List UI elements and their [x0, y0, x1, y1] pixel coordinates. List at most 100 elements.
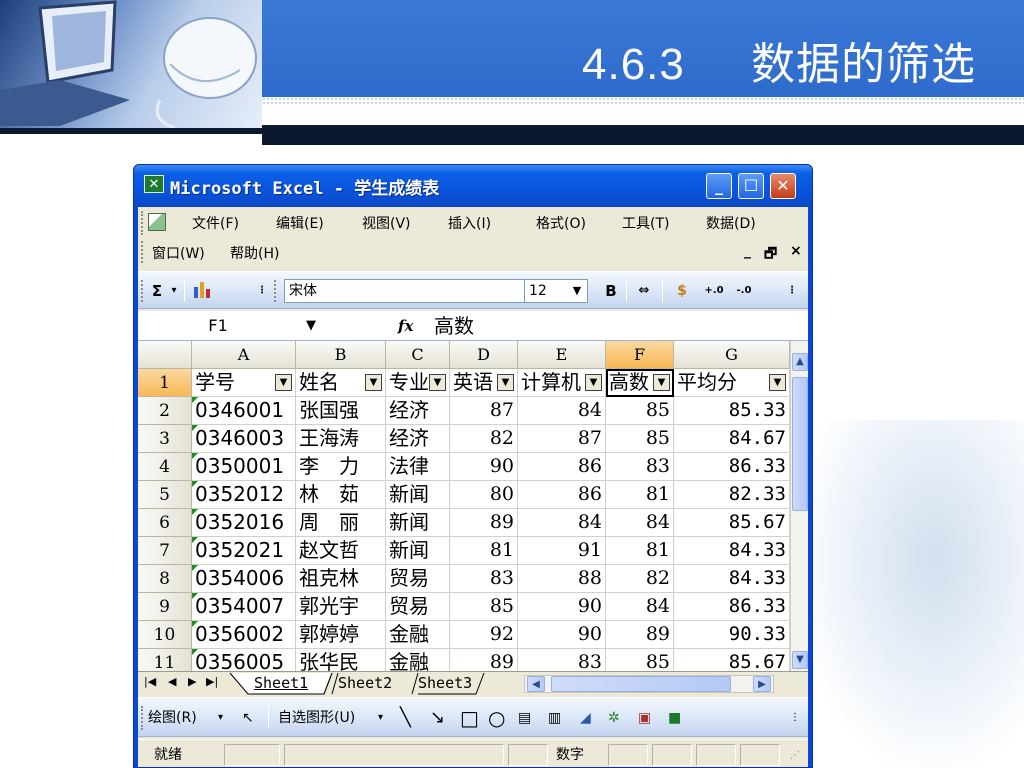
wordart-icon[interactable]: ◢ [580, 706, 591, 730]
window-title-bar[interactable]: ✕ Microsoft Excel - 学生成绩表 _ ☐ ✕ [134, 165, 812, 207]
table-cell[interactable]: 85.67 [674, 509, 790, 537]
clip-art-icon[interactable]: ▣ [638, 706, 651, 730]
chart-wizard-icon[interactable] [190, 279, 216, 303]
table-cell[interactable]: 新闻 [386, 537, 450, 565]
table-cell[interactable]: 83 [450, 565, 518, 593]
table-cell[interactable]: 84 [518, 397, 606, 425]
autosum-button[interactable]: Σ [148, 279, 166, 303]
menu-window[interactable]: 窗口(W) [152, 243, 205, 263]
table-cell[interactable]: 85 [606, 649, 674, 671]
table-cell[interactable]: 86.33 [674, 593, 790, 621]
table-cell[interactable]: 87 [518, 425, 606, 453]
menu-file[interactable]: 文件(F) [192, 213, 239, 233]
minimize-button[interactable]: _ [706, 173, 732, 199]
sheet-tab-2[interactable]: Sheet2 [338, 672, 392, 694]
table-cell[interactable]: 贸易 [386, 593, 450, 621]
table-cell[interactable]: 0352012 [192, 481, 296, 509]
menu-data[interactable]: 数据(D) [706, 213, 756, 233]
table-cell[interactable]: 85 [606, 397, 674, 425]
table-cell[interactable]: 赵文哲 [296, 537, 386, 565]
table-cell[interactable]: 88 [518, 565, 606, 593]
header-cell[interactable]: 专业 ▼ [386, 369, 450, 397]
menu-view[interactable]: 视图(V) [362, 213, 411, 233]
decrease-decimal-icon[interactable]: -.0 [732, 279, 756, 303]
bold-button[interactable]: B [600, 279, 622, 303]
doc-restore-icon[interactable]: 🗗 [764, 243, 777, 267]
filter-dropdown-icon[interactable]: ▼ [769, 374, 786, 391]
column-header[interactable]: F [606, 341, 674, 369]
column-header[interactable]: G [674, 341, 790, 369]
table-cell[interactable]: 84 [606, 509, 674, 537]
3d-style-icon[interactable]: ■ [668, 706, 681, 730]
formula-input[interactable]: 高数 [434, 311, 474, 341]
table-cell[interactable]: 84.33 [674, 565, 790, 593]
header-cell[interactable]: 高数 ▼ [606, 369, 674, 397]
table-cell[interactable]: 84.67 [674, 425, 790, 453]
row-header[interactable]: 4 [138, 453, 192, 481]
filter-dropdown-icon[interactable]: ▼ [653, 374, 670, 391]
resize-grip-icon[interactable]: ⋰ [790, 750, 800, 761]
table-cell[interactable]: 张华民 [296, 649, 386, 671]
table-cell[interactable]: 89 [606, 621, 674, 649]
header-cell[interactable]: 姓名 ▼ [296, 369, 386, 397]
header-cell[interactable]: 学号 ▼ [192, 369, 296, 397]
font-size-combo[interactable]: 12 ▼ [524, 279, 588, 303]
table-cell[interactable]: 89 [450, 649, 518, 671]
table-cell[interactable]: 86.33 [674, 453, 790, 481]
table-cell[interactable]: 王海涛 [296, 425, 386, 453]
table-cell[interactable]: 经济 [386, 397, 450, 425]
table-cell[interactable]: 85 [606, 425, 674, 453]
row-header[interactable]: 2 [138, 397, 192, 425]
table-cell[interactable]: 法律 [386, 453, 450, 481]
diagram-icon[interactable]: ✲ [608, 706, 620, 730]
table-cell[interactable]: 90 [518, 593, 606, 621]
table-cell[interactable]: 新闻 [386, 481, 450, 509]
table-cell[interactable]: 0352016 [192, 509, 296, 537]
table-cell[interactable]: 郭婷婷 [296, 621, 386, 649]
chevron-down-icon[interactable]: ▾ [218, 706, 223, 730]
menu-grip[interactable] [141, 211, 143, 235]
filter-dropdown-icon[interactable]: ▼ [497, 374, 514, 391]
table-cell[interactable]: 82 [450, 425, 518, 453]
maximize-button[interactable]: ☐ [738, 173, 764, 199]
table-cell[interactable]: 83 [606, 453, 674, 481]
table-cell[interactable]: 金融 [386, 621, 450, 649]
table-cell[interactable]: 84 [518, 509, 606, 537]
table-cell[interactable]: 0354007 [192, 593, 296, 621]
menu-edit[interactable]: 编辑(E) [276, 213, 324, 233]
filter-dropdown-icon[interactable]: ▼ [275, 374, 292, 391]
text-box-icon[interactable]: ▤ [518, 706, 531, 730]
currency-style-icon[interactable]: $ [670, 279, 694, 303]
menu-format[interactable]: 格式(O) [536, 213, 586, 233]
column-header[interactable]: D [450, 341, 518, 369]
table-cell[interactable]: 85.33 [674, 397, 790, 425]
scroll-up-icon[interactable]: ▲ [792, 353, 808, 371]
table-cell[interactable]: 林 茹 [296, 481, 386, 509]
chevron-down-icon[interactable]: ▾ [378, 706, 383, 730]
doc-close-icon[interactable]: × [790, 243, 802, 259]
table-cell[interactable]: 82 [606, 565, 674, 593]
table-cell[interactable]: 贸易 [386, 565, 450, 593]
menu-help[interactable]: 帮助(H) [230, 243, 279, 263]
toolbar-options-icon[interactable]: ⋮ [790, 706, 800, 730]
row-header[interactable]: 3 [138, 425, 192, 453]
vertical-scroll-thumb[interactable] [792, 377, 808, 511]
filter-dropdown-icon[interactable]: ▼ [365, 374, 382, 391]
toolbar-options-icon[interactable]: ⋮ [256, 279, 268, 303]
table-cell[interactable]: 金融 [386, 649, 450, 671]
table-cell[interactable]: 0354006 [192, 565, 296, 593]
table-cell[interactable]: 86 [518, 453, 606, 481]
toolbar-options-icon[interactable]: ⋮ [786, 279, 798, 303]
table-cell[interactable]: 新闻 [386, 509, 450, 537]
table-cell[interactable]: 张国强 [296, 397, 386, 425]
chevron-down-icon[interactable]: ▼ [569, 281, 585, 301]
column-header[interactable]: C [386, 341, 450, 369]
menu-grip[interactable] [141, 241, 143, 263]
insert-function-icon[interactable]: fx [398, 313, 413, 339]
table-cell[interactable]: 82.33 [674, 481, 790, 509]
horizontal-scrollbar[interactable]: ◀ ▶ [524, 675, 774, 693]
menu-tools[interactable]: 工具(T) [622, 213, 669, 233]
row-header[interactable]: 11 [138, 649, 192, 671]
table-cell[interactable]: 90 [450, 453, 518, 481]
select-all-corner[interactable] [138, 341, 192, 369]
